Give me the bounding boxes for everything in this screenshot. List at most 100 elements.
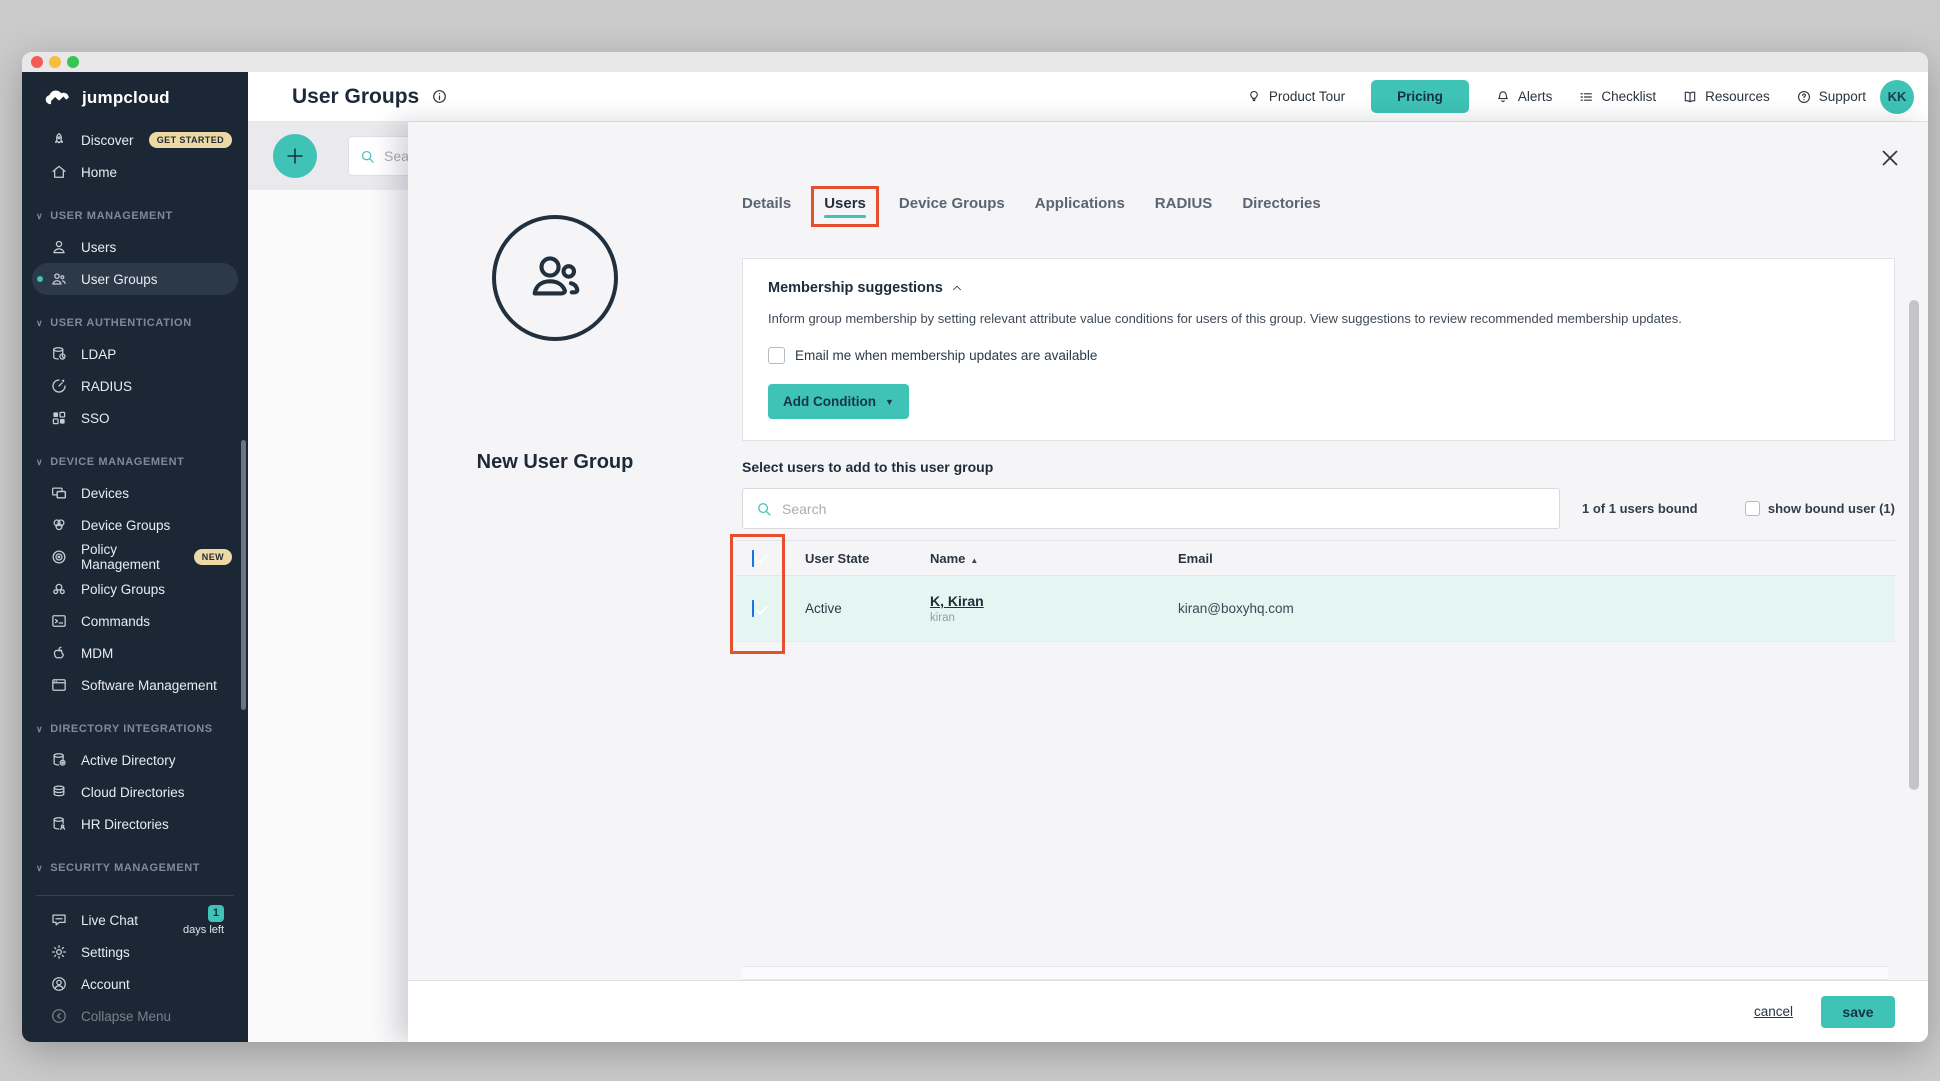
checklist-button[interactable]: Checklist <box>1578 89 1656 105</box>
ldap-icon <box>50 345 68 363</box>
support-button[interactable]: Support <box>1796 89 1866 105</box>
row-checkbox[interactable] <box>752 600 754 617</box>
info-icon[interactable] <box>431 88 448 105</box>
pricing-button[interactable]: Pricing <box>1371 80 1469 113</box>
users-table: User State Name▲ Email ActiveK, Kirankir… <box>736 540 1895 642</box>
chevron-up-icon <box>951 282 963 294</box>
sidebar-item-commands[interactable]: Commands <box>32 605 238 637</box>
product-tour-button[interactable]: Product Tour <box>1246 89 1345 105</box>
chevron-down-icon: ∨ <box>36 211 43 222</box>
sidebar-section-header-directory-integrations[interactable]: ∨ DIRECTORY INTEGRATIONS <box>22 714 248 744</box>
sidebar-item-policy-groups[interactable]: Policy Groups <box>32 573 238 605</box>
sidebar-item-cloud-directories[interactable]: Cloud Directories <box>32 776 238 808</box>
tab-applications[interactable]: Applications <box>1035 195 1125 221</box>
device-groups-icon <box>50 516 68 534</box>
commands-icon <box>50 612 68 630</box>
sidebar-item-home[interactable]: Home <box>32 156 238 188</box>
sidebar-section: ∨DEVICE MANAGEMENTDevicesDevice GroupsPo… <box>22 447 248 701</box>
user-groups-icon <box>50 270 68 288</box>
column-name[interactable]: Name▲ <box>930 551 1178 566</box>
add-group-button[interactable] <box>273 134 317 178</box>
cancel-button[interactable]: cancel <box>1754 1004 1793 1019</box>
user-state-cell: Active <box>805 601 930 616</box>
sidebar-item-collapse-menu[interactable]: Collapse Menu <box>32 1000 238 1032</box>
sidebar-item-hr-directories[interactable]: HR Directories <box>32 808 238 840</box>
sidebar-section: ∨SECURITY MANAGEMENT <box>22 853 248 883</box>
avatar[interactable]: KK <box>1880 80 1914 114</box>
chevron-down-icon: ∨ <box>36 457 43 468</box>
membership-title: Membership suggestions <box>768 280 943 296</box>
tab-details[interactable]: Details <box>742 195 791 221</box>
sidebar-item-discover[interactable]: DiscoverGET STARTED <box>32 124 238 156</box>
save-button[interactable]: save <box>1821 996 1895 1028</box>
sidebar-section: ∨ USER AUTHENTICATION LDAPRADIUS SSO <box>22 308 248 434</box>
show-bound-checkbox[interactable] <box>1745 501 1760 516</box>
search-icon <box>359 148 376 165</box>
chevron-down-icon: ∨ <box>36 724 43 735</box>
sidebar-item-radius[interactable]: RADIUS <box>32 370 238 402</box>
sidebar-item-user-groups[interactable]: User Groups <box>32 263 238 295</box>
tab-radius[interactable]: RADIUS <box>1155 195 1213 221</box>
chevron-down-icon: ∨ <box>36 318 43 329</box>
tab-device-groups[interactable]: Device Groups <box>899 195 1005 221</box>
show-bound-option[interactable]: show bound user (1) <box>1745 501 1895 516</box>
sidebar-item-device-groups[interactable]: Device Groups <box>32 509 238 541</box>
email-updates-option[interactable]: Email me when membership updates are ava… <box>768 347 1869 364</box>
section-header-label: DEVICE MANAGEMENT <box>50 456 184 468</box>
email-updates-checkbox[interactable] <box>768 347 785 364</box>
action-label: Checklist <box>1601 89 1656 104</box>
zoom-window-button[interactable] <box>67 56 79 68</box>
user-search-input[interactable] <box>782 501 1547 517</box>
membership-suggestions-toggle[interactable]: Membership suggestions <box>768 280 1869 296</box>
sidebar-item-active-directory[interactable]: Active Directory <box>32 744 238 776</box>
minimize-window-button[interactable] <box>49 56 61 68</box>
sidebar-item-sso[interactable]: SSO <box>32 402 238 434</box>
sidebar-item-ldap[interactable]: LDAP <box>32 338 238 370</box>
close-window-button[interactable] <box>31 56 43 68</box>
sso-icon <box>50 409 68 427</box>
sidebar-item-software-management[interactable]: Software Management <box>32 669 238 701</box>
drawer-scrollbar-thumb[interactable] <box>1909 300 1919 790</box>
column-email[interactable]: Email <box>1178 551 1895 566</box>
sidebar-item-label: Account <box>81 977 130 992</box>
sidebar-item-devices[interactable]: Devices <box>32 477 238 509</box>
sidebar-item-users[interactable]: Users <box>32 231 238 263</box>
sidebar-item-settings[interactable]: Settings <box>32 936 238 968</box>
sidebar-section-header-security-management[interactable]: ∨SECURITY MANAGEMENT <box>22 853 248 883</box>
alerts-button[interactable]: Alerts <box>1495 89 1553 105</box>
active-directory-icon <box>50 751 68 769</box>
sidebar-section-header-user-authentication[interactable]: ∨ USER AUTHENTICATION <box>22 308 248 338</box>
sidebar-item-label: SSO <box>81 411 110 426</box>
sidebar-section-header-user-management[interactable]: ∨USER MANAGEMENT <box>22 201 248 231</box>
horizontal-scrollbar[interactable] <box>742 966 1888 980</box>
jumpcloud-logo[interactable]: jumpcloud <box>22 72 248 114</box>
section-header-label: USER AUTHENTICATION <box>50 317 192 329</box>
sidebar: jumpcloud DiscoverGET STARTEDHome ∨USER M… <box>22 72 248 1042</box>
select-all-checkbox[interactable] <box>752 550 754 567</box>
close-drawer-button[interactable] <box>1878 146 1902 170</box>
section-header-label: DIRECTORY INTEGRATIONS <box>50 723 213 735</box>
column-user-state[interactable]: User State <box>805 551 930 566</box>
tab-users[interactable]: Users <box>811 186 879 227</box>
user-search[interactable] <box>742 488 1560 529</box>
sidebar-scrollbar[interactable] <box>241 440 246 710</box>
trial-days-caption: days left <box>183 925 224 936</box>
tab-directories[interactable]: Directories <box>1242 195 1320 221</box>
app-window: jumpcloud DiscoverGET STARTEDHome ∨USER M… <box>22 52 1928 1042</box>
sidebar-item-label: User Groups <box>81 272 158 287</box>
sidebar-item-policy-management[interactable]: Policy ManagementNEW <box>32 541 238 573</box>
sidebar-item-label: Commands <box>81 614 150 629</box>
sidebar-item-account[interactable]: Account <box>32 968 238 1000</box>
sidebar-item-live-chat[interactable]: Live Chat1days left <box>32 904 238 936</box>
sidebar-section: ∨USER MANAGEMENTUsers User Groups <box>22 201 248 295</box>
add-condition-button[interactable]: Add Condition ▼ <box>768 384 909 419</box>
user-name-link[interactable]: K, Kiran <box>930 593 984 609</box>
trial-days-badge: 1days left <box>183 905 224 936</box>
table-row: ActiveK, Kirankirankiran@boxyhq.com <box>736 576 1895 642</box>
resources-button[interactable]: Resources <box>1682 89 1770 105</box>
section-header-label: SECURITY MANAGEMENT <box>50 862 200 874</box>
sidebar-item-label: HR Directories <box>81 817 169 832</box>
sidebar-divider <box>36 895 234 896</box>
sidebar-item-mdm[interactable]: MDM <box>32 637 238 669</box>
sidebar-section-header-device-management[interactable]: ∨ DEVICE MANAGEMENT <box>22 447 248 477</box>
